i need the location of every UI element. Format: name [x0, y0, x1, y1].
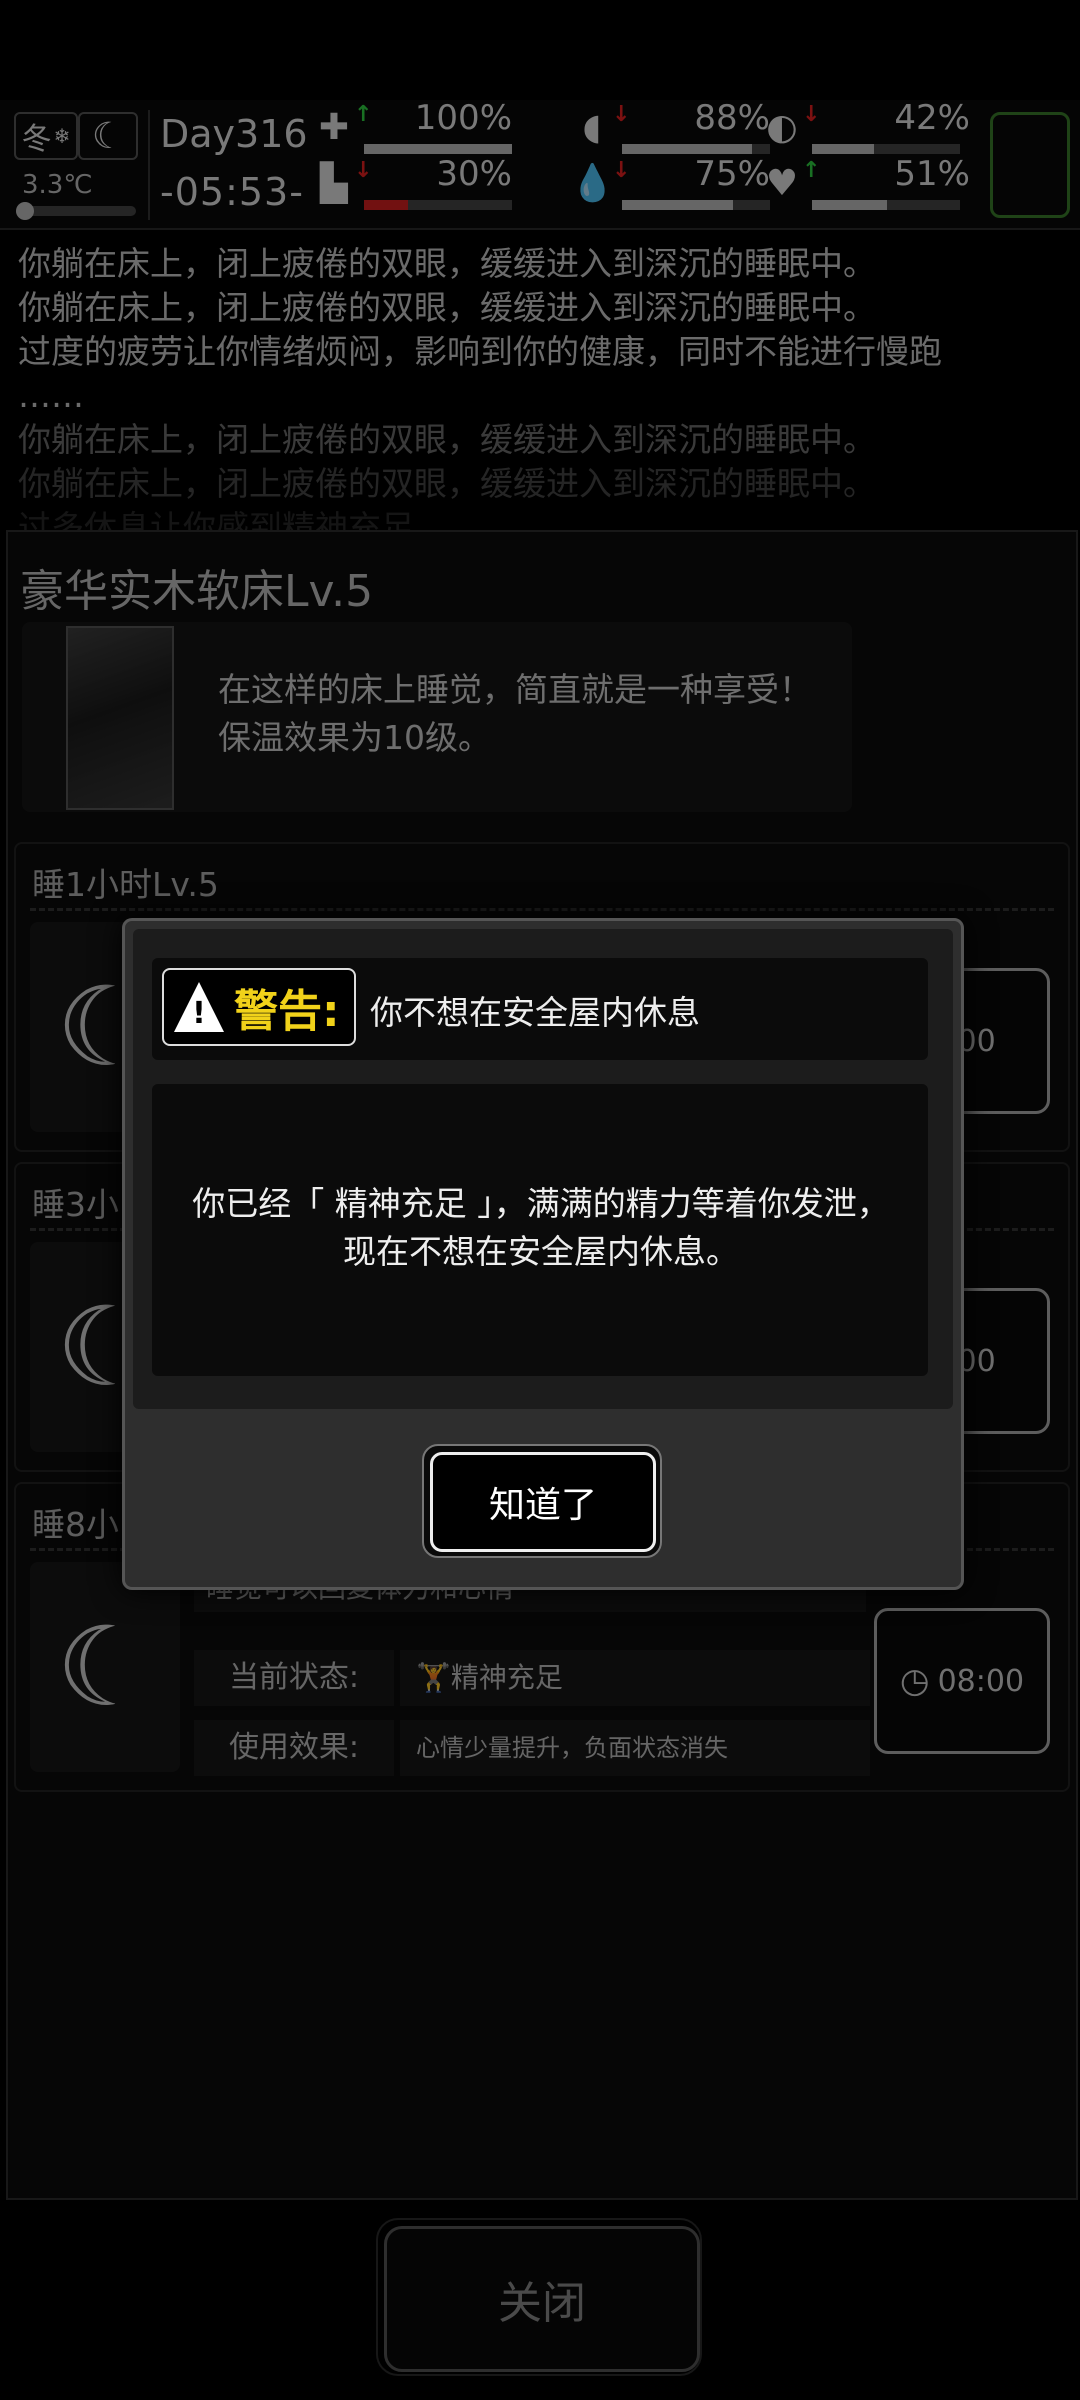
warning-badge: ! 警告: — [162, 968, 356, 1046]
dialog-message: 你已经「 精神充足 」，满满的精力等着你发泄，现在不想在安全屋内休息。 — [192, 1184, 890, 1271]
warning-label: 警告: — [234, 986, 340, 1037]
warning-triangle-icon: ! — [174, 982, 224, 1032]
ok-button[interactable]: 知道了 — [430, 1452, 656, 1552]
warning-title: 你不想在安全屋内休息 — [370, 993, 700, 1032]
